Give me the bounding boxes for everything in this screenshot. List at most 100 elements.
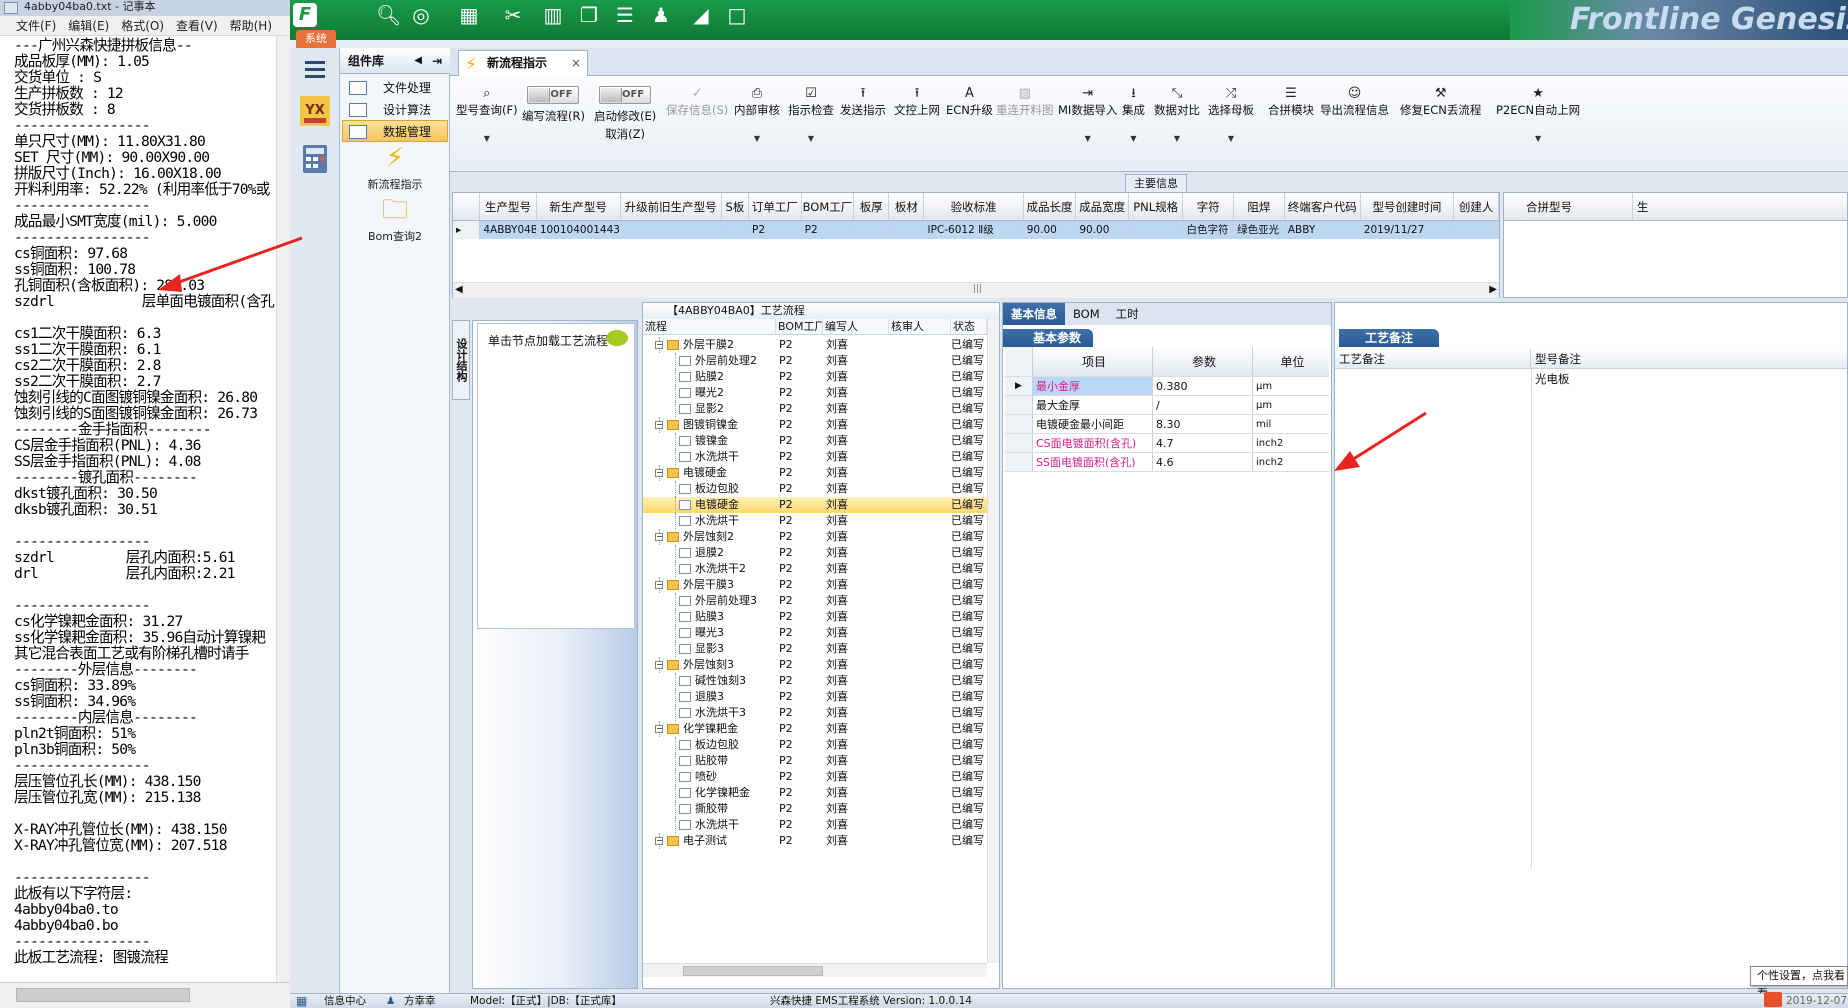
main-info-cell[interactable]: 4ABBY04BA0 <box>480 221 537 239</box>
globe-icon[interactable]: ◎ <box>410 4 432 26</box>
scroll-right-icon[interactable]: ▶ <box>1489 284 1497 295</box>
auto-modify-toggle[interactable]: OFF 启动修改(E) 取消(Z) <box>594 86 656 142</box>
main-info-col-header[interactable]: 终端客户代码 <box>1285 193 1361 220</box>
menu-help[interactable]: 帮助(H) <box>230 16 272 35</box>
flow-step-row[interactable]: 显影3 P2 刘喜 已编写 <box>643 641 987 657</box>
collapse-icon[interactable]: − <box>655 469 663 477</box>
doc-control-online-button[interactable]: ⭱ 文控上网 <box>894 86 940 118</box>
flow-step-row[interactable]: 退膜3 P2 刘喜 已编写 <box>643 689 987 705</box>
basic-param-row[interactable]: ▶ 最小金厚 0.380 μm <box>1005 377 1329 396</box>
param-value[interactable]: 8.30 <box>1153 415 1253 433</box>
info-center-link[interactable]: 信息中心 <box>324 994 366 1008</box>
flow-step-row[interactable]: 电镀硬金 P2 刘喜 已编写 <box>643 497 987 513</box>
flow-folder-row[interactable]: − 电镀硬金 P2 刘喜 已编写 <box>643 465 987 481</box>
main-info-col-header[interactable]: 板厚 <box>854 193 890 220</box>
personalize-tooltip[interactable]: 个性设置，点我看看 <box>1750 966 1848 1000</box>
comp-item-design-algorithm[interactable]: 设计算法 <box>342 98 448 120</box>
main-info-col-header[interactable]: 创建人 <box>1454 193 1499 220</box>
user-icon[interactable]: ♟ <box>650 4 672 26</box>
main-info-col-header[interactable]: 字符 <box>1183 193 1235 220</box>
reconnect-cutting-button[interactable]: ▨ 重连开料图 <box>996 86 1054 118</box>
pin-icon[interactable]: ⇥ <box>432 48 442 74</box>
main-info-cell[interactable]: 90.00 <box>1076 221 1129 239</box>
notepad-horizontal-scrollbar[interactable] <box>0 982 290 1008</box>
main-info-cell[interactable]: IPC-6012 Ⅱ级 <box>924 221 1024 239</box>
collapse-icon[interactable]: − <box>655 725 663 733</box>
menu-file[interactable]: 文件(F) <box>16 16 56 35</box>
main-info-cell[interactable] <box>1129 221 1184 239</box>
flow-folder-row[interactable]: − 化学镍耙金 P2 刘喜 已编写 <box>643 721 987 737</box>
flow-step-row[interactable]: 贴膜2 P2 刘喜 已编写 <box>643 369 987 385</box>
tab-basic-info[interactable]: 基本信息 <box>1003 303 1065 325</box>
flow-folder-row[interactable]: − 外层蚀刻3 P2 刘喜 已编写 <box>643 657 987 673</box>
basic-param-row[interactable]: CS面电镀面积(含孔) 4.7 inch2 <box>1005 434 1329 453</box>
flow-folder-row[interactable]: − 图镀铜镍金 P2 刘喜 已编写 <box>643 417 987 433</box>
comp-item-file-processing[interactable]: 文件处理 <box>342 76 448 98</box>
table-icon[interactable]: ☰ <box>614 4 636 26</box>
toggle-switch[interactable]: OFF <box>527 86 580 104</box>
calculator-icon[interactable] <box>298 142 332 176</box>
flow-step-row[interactable]: 板边包胶 P2 刘喜 已编写 <box>643 481 987 497</box>
internal-review-button[interactable]: ⎙ 内部审核 ▼ <box>734 86 780 143</box>
collapse-icon[interactable]: − <box>655 341 663 349</box>
menu-edit[interactable]: 编辑(E) <box>68 16 109 35</box>
instruction-check-button[interactable]: ☑ 指示检查 ▼ <box>788 86 834 143</box>
comp-bom-query[interactable]: 🗀︎ Bom查询2 <box>340 196 450 244</box>
main-info-col-header[interactable]: 板材 <box>889 193 925 220</box>
flow-step-row[interactable]: 水洗烘干 P2 刘喜 已编写 <box>643 513 987 529</box>
save-info-button[interactable]: ✓ 保存信息(S) <box>666 86 728 118</box>
main-info-col-header[interactable]: 阻焊 <box>1234 193 1285 220</box>
process-note-textarea[interactable] <box>1335 369 1529 769</box>
data-compare-button[interactable]: ⤡ 数据对比 ▼ <box>1154 86 1200 143</box>
edit-flow-toggle[interactable]: OFF 编写流程(R) <box>522 86 585 124</box>
flow-step-row[interactable]: 镀镍金 P2 刘喜 已编写 <box>643 433 987 449</box>
collapse-left-icon[interactable]: ◀ <box>414 48 422 74</box>
scroll-thumb[interactable] <box>683 966 823 976</box>
collapse-icon[interactable]: − <box>655 661 663 669</box>
menu-view[interactable]: 查看(V) <box>176 16 218 35</box>
basic-param-row[interactable]: 最大金厚 / μm <box>1005 396 1329 415</box>
p2ecn-auto-online-button[interactable]: ★ P2ECN自动上网 ▼ <box>1496 86 1580 143</box>
main-info-cell[interactable]: ABBY <box>1285 221 1361 239</box>
flow-folder-row[interactable]: − 外层干膜2 P2 刘喜 已编写 <box>643 337 987 353</box>
main-info-cell[interactable] <box>621 221 722 239</box>
flow-step-row[interactable]: 喷砂 P2 刘喜 已编写 <box>643 769 987 785</box>
flow-horizontal-scrollbar[interactable] <box>643 963 987 977</box>
main-info-col-header[interactable]: 型号创建时间 <box>1361 193 1455 220</box>
flow-step-row[interactable]: 水洗烘干 P2 刘喜 已编写 <box>643 817 987 833</box>
comp-item-data-management[interactable]: 数据管理 <box>342 120 448 142</box>
cancel-label[interactable]: 取消(Z) <box>594 126 656 142</box>
tab-work-hours[interactable]: 工时 <box>1108 303 1147 325</box>
copy-icon[interactable]: ❐ <box>578 4 600 26</box>
export-flow-info-button[interactable]: ☺ 导出流程信息 <box>1320 86 1389 118</box>
main-info-col-header[interactable]: 订单工厂 <box>749 193 802 220</box>
main-info-cell[interactable] <box>1454 221 1500 239</box>
windows-grid-icon[interactable]: ▦ <box>296 994 307 1008</box>
flow-step-row[interactable]: 碱性蚀刻3 P2 刘喜 已编写 <box>643 673 987 689</box>
flow-folder-row[interactable]: − 外层干膜3 P2 刘喜 已编写 <box>643 577 987 593</box>
yx-logo-icon[interactable]: YX <box>298 94 332 128</box>
main-info-col-header[interactable]: 新生产型号 <box>537 193 621 220</box>
flow-step-row[interactable]: 水洗烘干2 P2 刘喜 已编写 <box>643 561 987 577</box>
merge-module-button[interactable]: ☰ 合拼模块 <box>1268 86 1314 118</box>
model-note-value[interactable]: 光电板 <box>1535 371 1570 387</box>
main-info-cell[interactable]: P2 <box>749 221 802 239</box>
flow-step-row[interactable]: 外层前处理3 P2 刘喜 已编写 <box>643 593 987 609</box>
main-info-cell[interactable]: 90.00 <box>1024 221 1077 239</box>
tab-new-flow-instruction[interactable]: ⚡ 新流程指示 × <box>458 50 588 76</box>
flow-step-row[interactable]: 撕胶带 P2 刘喜 已编写 <box>643 801 987 817</box>
collapse-icon[interactable]: − <box>655 533 663 541</box>
ecn-upgrade-button[interactable]: A ECN升级 <box>946 86 993 118</box>
main-info-col-header[interactable]: BOM工厂 <box>802 193 855 220</box>
main-info-cell[interactable] <box>854 221 890 239</box>
menu-hamburger-icon[interactable] <box>298 52 332 86</box>
collapse-icon[interactable]: − <box>655 837 663 845</box>
design-structure-side-tab[interactable]: 设计结构 <box>452 320 470 400</box>
main-info-cell[interactable]: 白色字符 <box>1184 221 1235 239</box>
mi-data-import-button[interactable]: ⇥ MI数据导入 ▼ <box>1058 86 1117 143</box>
flow-step-row[interactable]: 化学镍耙金 P2 刘喜 已编写 <box>643 785 987 801</box>
param-value[interactable]: / <box>1153 396 1253 414</box>
input-method-icon[interactable] <box>1764 992 1782 1007</box>
main-info-horizontal-scrollbar[interactable]: ◀ ||| ▶ <box>453 282 1499 298</box>
columns-icon[interactable]: ▥ <box>542 4 564 26</box>
